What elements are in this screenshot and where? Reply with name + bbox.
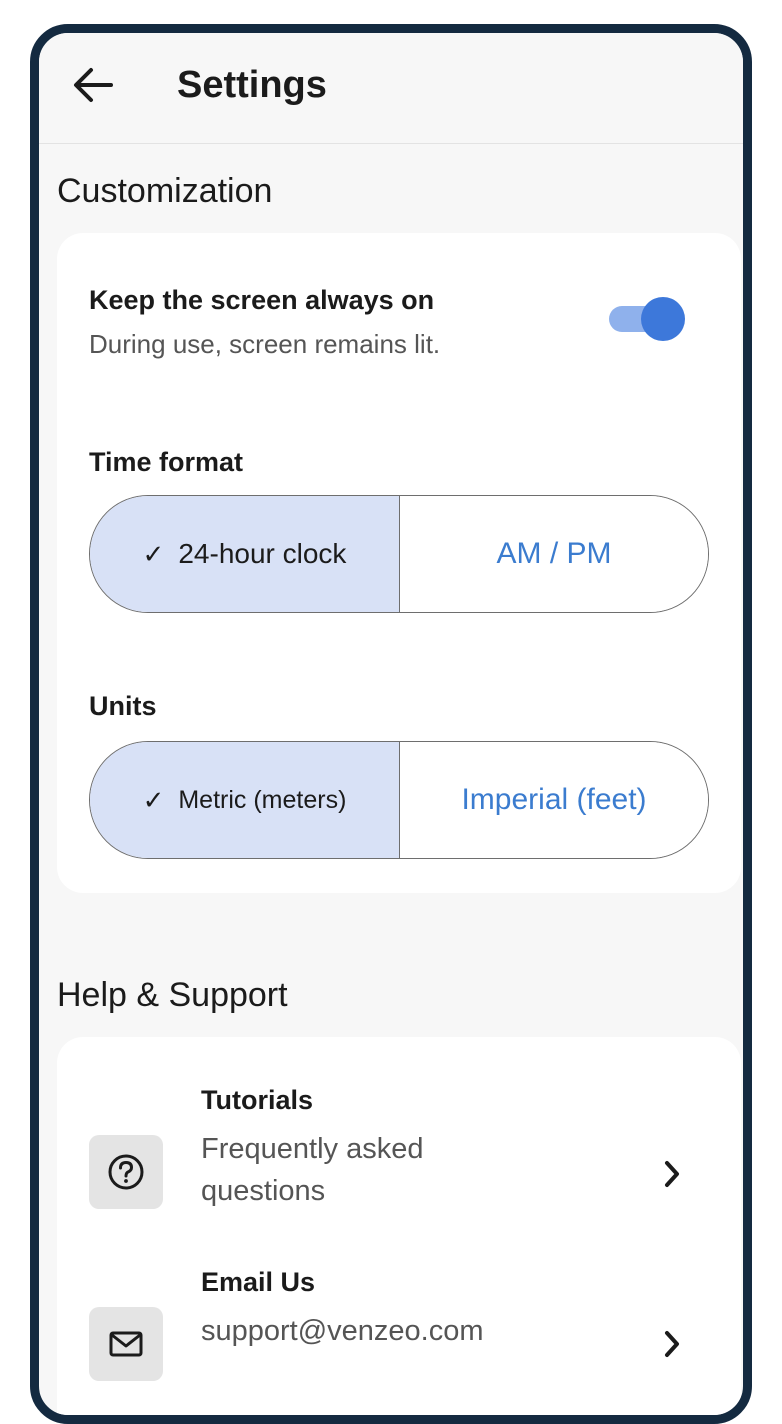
units-option-metric[interactable]: ✓ Metric (meters) xyxy=(90,742,400,858)
units-label: Units xyxy=(89,691,157,721)
units-selector: ✓ Metric (meters) Imperial (feet) xyxy=(89,741,709,859)
toggle-thumb xyxy=(641,297,685,341)
section-title-help: Help & Support xyxy=(57,976,288,1014)
time-format-option-24h[interactable]: ✓ 24-hour clock xyxy=(90,496,400,612)
time-format-selector: ✓ 24-hour clock AM / PM xyxy=(89,495,709,613)
page-title: Settings xyxy=(177,64,327,106)
units-option-imperial[interactable]: Imperial (feet) xyxy=(400,742,708,858)
phone-frame: Settings Customization Keep the screen a… xyxy=(30,24,752,1424)
screen-on-title: Keep the screen always on xyxy=(89,285,435,315)
check-icon: ✓ xyxy=(142,538,165,569)
app-header: Settings xyxy=(39,33,743,144)
question-circle-icon xyxy=(108,1154,144,1190)
help-card: Tutorials Frequently asked questions Ema… xyxy=(57,1037,741,1415)
time-format-option-ampm-label: AM / PM xyxy=(496,537,612,570)
tutorials-title: Tutorials xyxy=(201,1085,314,1115)
time-format-label: Time format xyxy=(89,447,244,477)
mail-icon xyxy=(109,1331,143,1357)
tutorials-subtitle-line-1: Frequently asked xyxy=(201,1133,424,1165)
time-format-option-24h-label: 24-hour clock xyxy=(178,538,347,569)
units-option-imperial-label: Imperial (feet) xyxy=(461,783,647,816)
chevron-right-icon xyxy=(665,1161,679,1187)
chevron-right-icon xyxy=(665,1331,679,1357)
time-format-option-ampm[interactable]: AM / PM xyxy=(400,496,708,612)
list-item-email[interactable]: Email Us support@venzeo.com xyxy=(57,1257,741,1415)
email-icon-box xyxy=(89,1307,163,1381)
customization-card: Keep the screen always on During use, sc… xyxy=(57,233,741,893)
tutorials-icon-box xyxy=(89,1135,163,1209)
email-subtitle: support@venzeo.com xyxy=(201,1315,484,1347)
arrow-left-icon xyxy=(74,68,113,102)
list-item-tutorials[interactable]: Tutorials Frequently asked questions xyxy=(57,1067,741,1237)
back-button[interactable] xyxy=(67,59,119,111)
check-icon: ✓ xyxy=(142,784,165,815)
email-title: Email Us xyxy=(201,1267,316,1297)
screen-on-subtitle: During use, screen remains lit. xyxy=(89,329,441,359)
section-title-customization: Customization xyxy=(57,172,273,210)
units-option-metric-label: Metric (meters) xyxy=(178,785,347,814)
tutorials-subtitle-line-2: questions xyxy=(201,1175,326,1207)
screen-on-toggle[interactable] xyxy=(609,295,687,341)
